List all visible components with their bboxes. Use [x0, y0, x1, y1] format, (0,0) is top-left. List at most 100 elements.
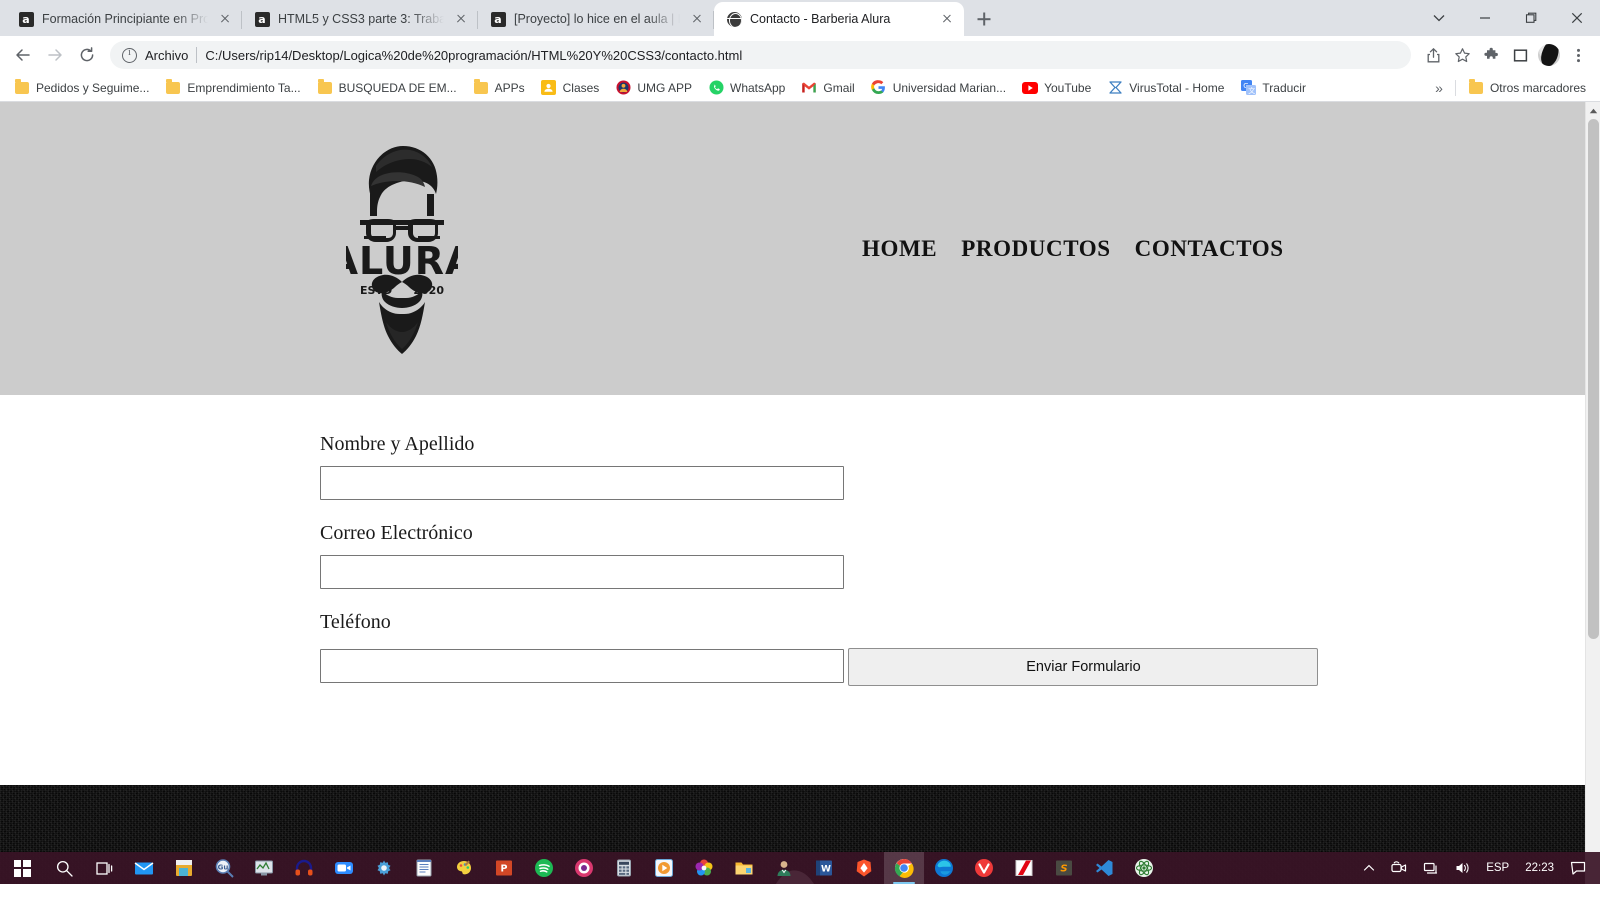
- notepad-icon[interactable]: [404, 852, 444, 884]
- language-indicator[interactable]: ESP: [1480, 862, 1515, 874]
- brave-icon[interactable]: [844, 852, 884, 884]
- bookmark-item[interactable]: Pedidos y Seguime...: [6, 77, 157, 99]
- folder-icon: [317, 79, 333, 96]
- tab-title: [Proyecto] lo hice en el aula | HTM: [514, 12, 680, 26]
- nombre-input[interactable]: [320, 466, 844, 500]
- info-circle-icon[interactable]: [122, 47, 137, 63]
- chrome-icon[interactable]: [884, 852, 924, 884]
- sublime-icon[interactable]: S: [1044, 852, 1084, 884]
- browser-toolbar: Archivo C:/Users/rip14/Desktop/Logica%20…: [0, 36, 1600, 74]
- bookmark-item[interactable]: Clases: [533, 77, 608, 99]
- browser-tab[interactable]: a HTML5 y CSS3 parte 3: Trabajand: [241, 2, 478, 36]
- tab-close-icon[interactable]: [216, 10, 234, 28]
- close-window-button[interactable]: [1554, 0, 1600, 36]
- guitar-tuner-icon[interactable]: Gu: [204, 852, 244, 884]
- bookmark-label: BUSQUEDA DE EM...: [338, 80, 457, 95]
- bookmark-label: WhatsApp: [730, 80, 786, 95]
- word-icon[interactable]: W: [804, 852, 844, 884]
- bookmark-item[interactable]: Emprendimiento Ta...: [157, 77, 308, 99]
- maximize-button[interactable]: [1508, 0, 1554, 36]
- gmail-icon: [801, 80, 817, 96]
- search-icon[interactable]: [44, 852, 84, 884]
- network-icon[interactable]: [1416, 852, 1446, 884]
- bookmark-item[interactable]: Gmail: [793, 77, 862, 99]
- browser-tab[interactable]: a Formación Principiante en Progra: [6, 2, 242, 36]
- nav-link-contactos[interactable]: CONTACTOS: [1135, 236, 1284, 262]
- react-icon[interactable]: [1124, 852, 1164, 884]
- tab-close-icon[interactable]: [938, 10, 956, 28]
- system-monitor-icon[interactable]: [244, 852, 284, 884]
- bookmark-item[interactable]: Universidad Marian...: [863, 77, 1014, 99]
- bookmark-item[interactable]: YouTube: [1014, 77, 1099, 99]
- file-explorer-icon[interactable]: [724, 852, 764, 884]
- scrollbar-thumb[interactable]: [1588, 119, 1599, 639]
- side-panel-icon[interactable]: [1506, 41, 1534, 69]
- bookmark-item[interactable]: G文 Traducir: [1232, 77, 1314, 99]
- tab-close-icon[interactable]: [452, 10, 470, 28]
- vivaldi-icon[interactable]: [964, 852, 1004, 884]
- globe-icon: [726, 11, 742, 27]
- star-icon[interactable]: [1448, 41, 1476, 69]
- minimize-button[interactable]: [1462, 0, 1508, 36]
- scrollbar-up-arrow[interactable]: [1586, 102, 1600, 119]
- vscode-icon[interactable]: [1084, 852, 1124, 884]
- spotify-icon[interactable]: [524, 852, 564, 884]
- other-bookmarks-label: Otros marcadores: [1489, 80, 1586, 95]
- zoom-icon[interactable]: [324, 852, 364, 884]
- bookmark-item[interactable]: UMG APP: [607, 77, 700, 99]
- page-scrollbar[interactable]: [1585, 102, 1600, 884]
- powerpoint-icon[interactable]: P: [484, 852, 524, 884]
- browser-tab[interactable]: a [Proyecto] lo hice en el aula | HTM: [477, 2, 714, 36]
- settings-icon[interactable]: [364, 852, 404, 884]
- store-icon[interactable]: [164, 852, 204, 884]
- whatsapp-icon: [708, 80, 724, 96]
- profile-avatar[interactable]: [1538, 44, 1560, 66]
- camera-tray-icon[interactable]: [1384, 852, 1414, 884]
- media-player-icon[interactable]: [644, 852, 684, 884]
- bookmark-item[interactable]: VirusTotal - Home: [1099, 77, 1232, 99]
- windows-start-icon[interactable]: [0, 852, 44, 884]
- notification-icon[interactable]: [1564, 861, 1596, 875]
- bookmark-item[interactable]: APPs: [465, 77, 533, 99]
- task-view-icon[interactable]: [84, 852, 124, 884]
- bookmark-label: YouTube: [1044, 80, 1092, 95]
- contacts-icon[interactable]: [764, 852, 804, 884]
- tab-title: Formación Principiante en Progra: [42, 12, 208, 26]
- tab-search-button[interactable]: [1416, 0, 1462, 36]
- three-dot-menu-icon[interactable]: [1564, 41, 1592, 69]
- edge-icon[interactable]: [924, 852, 964, 884]
- bookmark-label: Traducir: [1262, 80, 1306, 95]
- volume-icon[interactable]: [1448, 852, 1478, 884]
- camera-icon[interactable]: [564, 852, 604, 884]
- new-tab-button[interactable]: [970, 5, 998, 33]
- telefono-input[interactable]: [320, 649, 844, 683]
- share-icon[interactable]: [1419, 41, 1447, 69]
- nav-link-home[interactable]: HOME: [862, 236, 937, 262]
- chevron-up-icon[interactable]: [1356, 852, 1382, 884]
- forward-arrow-icon[interactable]: [40, 40, 70, 70]
- bookmark-item[interactable]: WhatsApp: [700, 77, 793, 99]
- bookmark-item[interactable]: BUSQUEDA DE EM...: [309, 77, 465, 99]
- mail-icon[interactable]: [124, 852, 164, 884]
- reload-icon[interactable]: [72, 40, 102, 70]
- address-bar[interactable]: Archivo C:/Users/rip14/Desktop/Logica%20…: [110, 41, 1411, 69]
- bookmarks-overflow-button[interactable]: »: [1427, 80, 1451, 96]
- editor-icon[interactable]: [1004, 852, 1044, 884]
- other-bookmarks-folder[interactable]: Otros marcadores: [1460, 77, 1594, 99]
- tab-close-icon[interactable]: [688, 10, 706, 28]
- browser-tab-active[interactable]: Contacto - Barberia Alura: [713, 2, 964, 36]
- calculator-icon[interactable]: [604, 852, 644, 884]
- browser-window: a Formación Principiante en Progra a HTM…: [0, 0, 1600, 884]
- back-arrow-icon[interactable]: [8, 40, 38, 70]
- site-navigation: HOME PRODUCTOS CONTACTOS: [862, 236, 1284, 262]
- nav-link-productos[interactable]: PRODUCTOS: [961, 236, 1110, 262]
- alura-logo[interactable]: ALURA ESTD 2020: [346, 136, 458, 361]
- paint-icon[interactable]: [444, 852, 484, 884]
- clock[interactable]: 22:23: [1517, 862, 1562, 874]
- photos-icon[interactable]: [684, 852, 724, 884]
- correo-input[interactable]: [320, 555, 844, 589]
- enviar-formulario-button[interactable]: Enviar Formulario: [848, 648, 1319, 686]
- puzzle-icon[interactable]: [1477, 41, 1505, 69]
- youtube-icon: [1022, 80, 1039, 96]
- headphones-icon[interactable]: [284, 852, 324, 884]
